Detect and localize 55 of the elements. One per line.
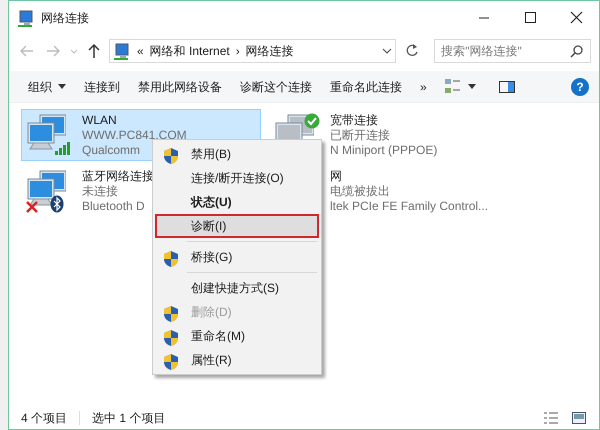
large-icons-view-icon[interactable] (571, 411, 587, 425)
preview-pane-icon[interactable] (498, 78, 516, 94)
connection-status: 已断开连接 (330, 128, 390, 143)
connection-status: 未连接 (82, 184, 118, 199)
network-folder-icon (113, 42, 131, 60)
device-name: Qualcomm (82, 143, 140, 158)
details-view-icon[interactable] (543, 411, 559, 425)
shield-icon (163, 305, 179, 323)
toolbar-button[interactable]: 重命名此连接 (321, 74, 411, 100)
menu-item[interactable]: 属性(R) (155, 348, 319, 372)
shield-icon (163, 329, 179, 347)
dropdown-caret-icon[interactable] (468, 84, 476, 90)
connection-name: 宽带连接 (330, 113, 378, 128)
view-options-icon[interactable] (444, 78, 462, 96)
device-name: Bluetooth D (82, 199, 145, 214)
computer-icon (26, 169, 66, 207)
menu-item[interactable]: 连接/断开连接(O) (155, 166, 319, 190)
breadcrumb-item[interactable]: 网络连接 (246, 42, 294, 60)
breadcrumb-item[interactable]: 网络和 Internet (150, 42, 230, 60)
breadcrumb-overflow[interactable]: « (137, 42, 144, 60)
toolbar-button[interactable]: 连接到 (75, 74, 129, 100)
connection-name: 网 (330, 169, 342, 184)
address-bar[interactable]: « 网络和 Internet › 网络连接 (109, 39, 396, 63)
status-text: 4 个项目 (21, 410, 68, 427)
search-placeholder: 搜索"网络连接" (441, 43, 522, 60)
bluetooth-icon (50, 195, 64, 213)
menu-item[interactable]: 状态(U) (155, 190, 319, 214)
window-title: 网络连接 (41, 10, 89, 26)
network-folder-icon (17, 8, 35, 26)
menu-item[interactable]: 创建快捷方式(S) (155, 276, 319, 300)
check-icon (304, 113, 320, 129)
toolbar-button[interactable]: 组织 (19, 74, 75, 100)
help-button[interactable]: ? (571, 78, 589, 96)
more-commands-button[interactable]: » (411, 74, 436, 100)
shield-icon (163, 250, 179, 268)
connection-status: 电缆被拔出 (330, 184, 390, 199)
menu-item[interactable]: 重命名(M) (155, 324, 319, 348)
search-field[interactable]: 搜索"网络连接" (434, 39, 591, 63)
toolbar-button[interactable]: 诊断这个连接 (231, 74, 321, 100)
menu-item[interactable]: 诊断(I) (155, 214, 319, 238)
shield-icon (163, 147, 179, 165)
toolbar-button[interactable]: 禁用此网络设备 (129, 74, 231, 100)
device-name: N Miniport (PPPOE) (330, 143, 438, 158)
shield-icon (163, 353, 179, 371)
breadcrumb-separator: › (236, 43, 240, 60)
computer-icon (26, 113, 66, 151)
cross-icon (26, 201, 38, 213)
device-name: ltek PCIe FE Family Control... (330, 199, 488, 214)
connection-name: WLAN (82, 113, 117, 128)
search-icon[interactable] (570, 44, 584, 58)
dropdown-caret-icon (58, 84, 66, 90)
status-text: 选中 1 个项目 (92, 410, 166, 427)
connection-status: WWW.PC841.COM (82, 128, 187, 143)
menu-item[interactable]: 桥接(G) (155, 245, 319, 269)
signal-bars-icon (54, 141, 72, 155)
